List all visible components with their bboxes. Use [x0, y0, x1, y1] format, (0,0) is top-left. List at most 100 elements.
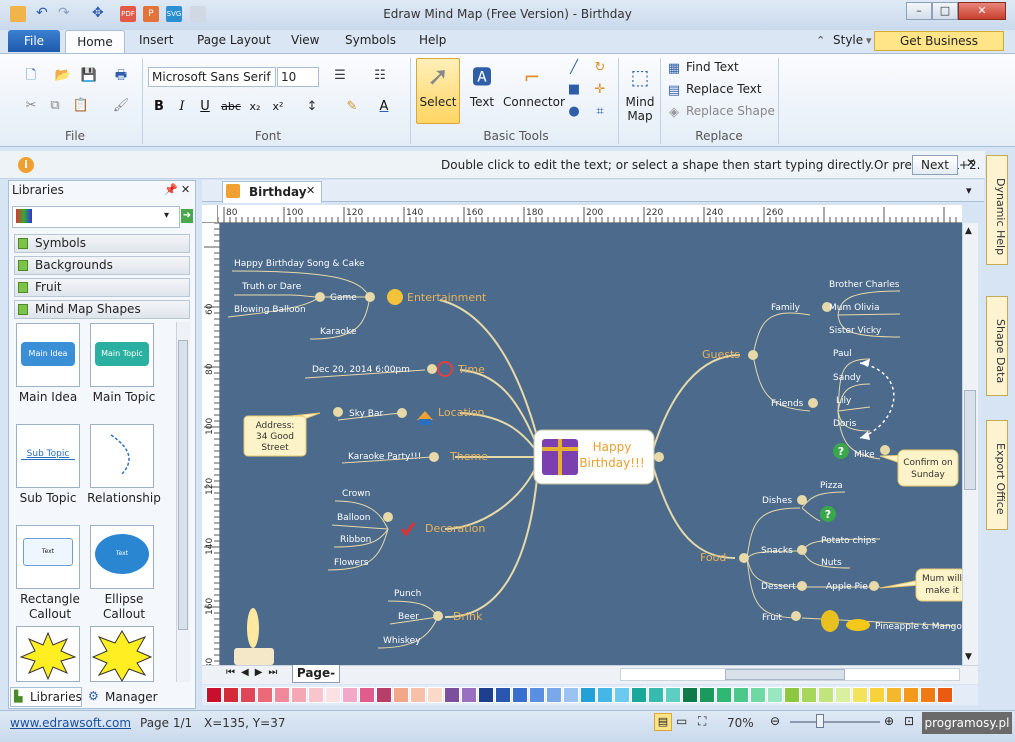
- palette-swatch[interactable]: [342, 687, 358, 703]
- scroll-down-icon[interactable]: ▼: [965, 652, 972, 662]
- font-size-combo[interactable]: 10: [277, 67, 319, 87]
- palette-swatch[interactable]: [648, 687, 664, 703]
- crop-tool-icon[interactable]: ⌗: [592, 104, 608, 120]
- rectangle-tool-icon[interactable]: ■: [566, 82, 582, 98]
- tab-view[interactable]: View: [291, 33, 319, 47]
- subtopic-mum-olivia[interactable]: Mum Olivia: [829, 303, 880, 313]
- page-nav-icons[interactable]: ⏮◀▶⏭: [226, 667, 283, 678]
- subtopic-balloon[interactable]: Balloon: [337, 513, 370, 523]
- palette-swatch[interactable]: [631, 687, 647, 703]
- palette-swatch[interactable]: [563, 687, 579, 703]
- line-spacing-icon[interactable]: ↕: [302, 99, 322, 115]
- subtopic-truth-or-dare[interactable]: Truth or Dare: [241, 282, 302, 292]
- panel-close-icon[interactable]: ✕: [181, 183, 190, 196]
- subtopic-whiskey[interactable]: Whiskey: [383, 636, 421, 646]
- topic-location[interactable]: Location: [438, 406, 485, 419]
- vertical-scroll-thumb[interactable]: [964, 390, 976, 490]
- shape-rectangle-callout[interactable]: Text: [16, 525, 80, 589]
- subtopic-apple-pie[interactable]: Apple Pie: [826, 582, 868, 592]
- palette-swatch[interactable]: [903, 687, 919, 703]
- subtopic-punch[interactable]: Punch: [394, 589, 421, 599]
- subtopic-beer[interactable]: Beer: [398, 612, 419, 622]
- mind-map-button[interactable]: ⬚ Mind Map: [622, 58, 658, 128]
- print-icon[interactable]: 🖶: [112, 68, 130, 84]
- shape-main-topic[interactable]: Main Topic: [90, 323, 154, 387]
- subtopic-blowing-balloon[interactable]: Blowing Balloon: [234, 305, 306, 315]
- library-menu-icon[interactable]: [16, 209, 32, 223]
- bullets-icon[interactable]: ☷: [370, 68, 390, 84]
- topic-entertainment[interactable]: Entertainment: [407, 291, 487, 304]
- close-button[interactable]: ✕: [958, 2, 1006, 20]
- document-tab-close-icon[interactable]: ✕: [306, 184, 315, 197]
- zoom-slider[interactable]: [790, 721, 880, 723]
- subtopic-time[interactable]: Dec 20, 2014 6:00pm: [312, 365, 410, 375]
- topic-time[interactable]: Time: [457, 363, 485, 376]
- tab-page-layout[interactable]: Page Layout: [197, 33, 271, 47]
- shape-explosion-1[interactable]: [16, 626, 80, 682]
- subtopic-paul[interactable]: Paul: [833, 349, 852, 359]
- new-icon[interactable]: 🗋: [22, 68, 40, 84]
- palette-swatch[interactable]: [614, 687, 630, 703]
- palette-swatch[interactable]: [546, 687, 562, 703]
- subtopic-mike[interactable]: Mike: [854, 450, 875, 460]
- tab-list-icon[interactable]: ▾: [966, 184, 972, 197]
- subtopic-doris[interactable]: Doris: [833, 419, 857, 429]
- palette-swatch[interactable]: [937, 687, 953, 703]
- subtopic-fruit[interactable]: Fruit: [762, 613, 782, 623]
- subtopic-dessert[interactable]: Dessert: [761, 582, 796, 592]
- go-icon[interactable]: ➜: [181, 209, 193, 223]
- palette-swatch[interactable]: [801, 687, 817, 703]
- subtopic-lily[interactable]: Lily: [836, 396, 852, 406]
- palette-swatch[interactable]: [784, 687, 800, 703]
- cut-icon[interactable]: ✂: [22, 98, 40, 114]
- point-tool-icon[interactable]: ✛: [592, 82, 608, 98]
- subtopic-nuts[interactable]: Nuts: [821, 558, 842, 568]
- subtopic-karaoke[interactable]: Karaoke: [320, 327, 357, 337]
- next-button[interactable]: Next: [912, 155, 958, 175]
- subtopic-snacks[interactable]: Snacks: [761, 546, 793, 556]
- palette-swatch[interactable]: [886, 687, 902, 703]
- subtopic-pineapple-mango[interactable]: Pineapple & Mango: [875, 622, 962, 632]
- shape-main-idea[interactable]: Main Idea: [16, 323, 80, 387]
- subtopic-potato-chips[interactable]: Potato chips: [821, 536, 876, 546]
- dynamic-help-tab[interactable]: Dynamic Help: [986, 155, 1008, 265]
- scroll-up-icon[interactable]: ▲: [965, 226, 972, 236]
- zoom-out-icon[interactable]: ⊖: [770, 714, 780, 728]
- palette-swatch[interactable]: [206, 687, 222, 703]
- palette-swatch[interactable]: [580, 687, 596, 703]
- shape-data-tab[interactable]: Shape Data: [986, 296, 1008, 396]
- library-category-symbols[interactable]: Symbols: [14, 234, 190, 253]
- subtopic-happy-birthday[interactable]: Happy Birthday Song & Cake: [234, 259, 365, 269]
- subtopic-karaoke-party[interactable]: Karaoke Party!!!: [348, 452, 421, 462]
- library-search-box[interactable]: [12, 206, 180, 228]
- font-name-combo[interactable]: Microsoft Sans Serif: [148, 67, 276, 87]
- minimize-button[interactable]: –: [906, 2, 932, 20]
- library-dropdown-icon[interactable]: ▾: [164, 210, 169, 221]
- library-category-fruit[interactable]: Fruit: [14, 278, 190, 297]
- topic-drink[interactable]: Drink: [453, 610, 483, 623]
- palette-swatch[interactable]: [529, 687, 545, 703]
- underline-icon[interactable]: U: [198, 99, 212, 115]
- horizontal-scroll-thumb[interactable]: [725, 669, 845, 680]
- shape-relationship[interactable]: [90, 424, 154, 488]
- website-link[interactable]: www.edrawsoft.com: [10, 716, 131, 730]
- palette-swatch[interactable]: [240, 687, 256, 703]
- line-tool-icon[interactable]: ╱: [566, 60, 582, 76]
- palette-swatch[interactable]: [852, 687, 868, 703]
- fit-window-icon[interactable]: ⊡: [904, 714, 914, 728]
- subtopic-family[interactable]: Family: [771, 303, 801, 313]
- palette-swatch[interactable]: [733, 687, 749, 703]
- subtopic-pizza[interactable]: Pizza: [820, 481, 843, 491]
- bold-icon[interactable]: B: [152, 99, 166, 115]
- palette-swatch[interactable]: [291, 687, 307, 703]
- subtopic-sky-bar[interactable]: Sky Bar: [349, 409, 383, 419]
- fit-page-icon[interactable]: ▭: [676, 714, 687, 728]
- palette-swatch[interactable]: [410, 687, 426, 703]
- library-category-mind-map-shapes[interactable]: Mind Map Shapes: [14, 300, 190, 319]
- confirm-callout[interactable]: [897, 449, 959, 487]
- palette-swatch[interactable]: [478, 687, 494, 703]
- subtopic-sister-vicky[interactable]: Sister Vicky: [829, 326, 882, 336]
- file-tab[interactable]: File: [8, 30, 60, 52]
- highlight-icon[interactable]: ✎: [342, 99, 362, 115]
- topic-theme[interactable]: Theme: [449, 450, 488, 463]
